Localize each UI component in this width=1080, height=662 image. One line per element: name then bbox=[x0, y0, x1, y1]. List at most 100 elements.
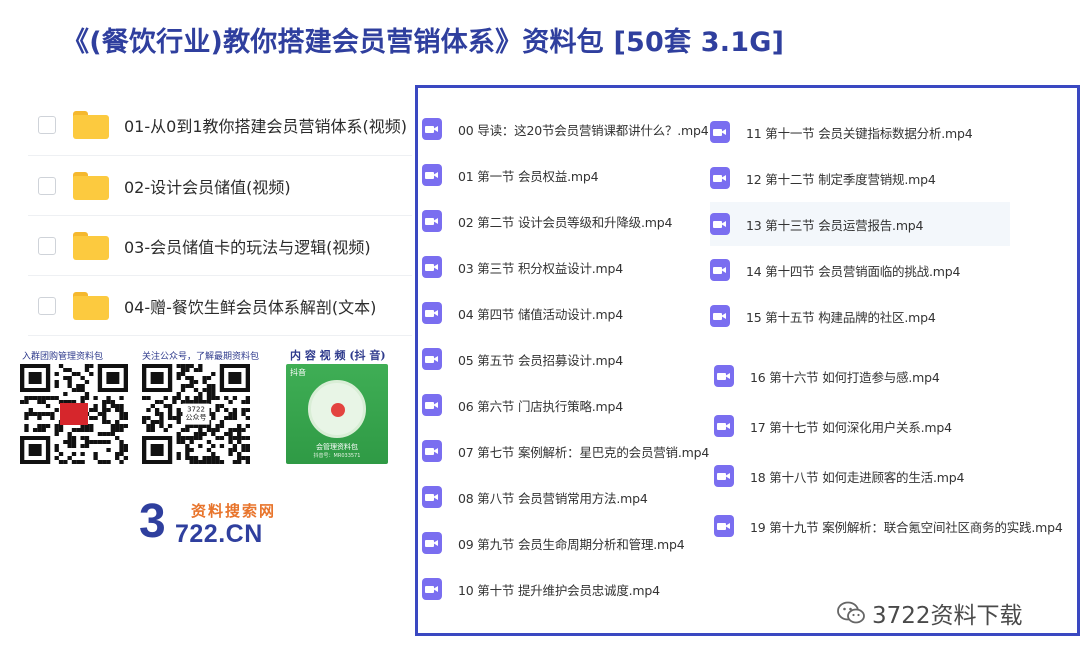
file-name[interactable]: 13 第十三节 会员运营报告.mp4 bbox=[746, 215, 923, 234]
video-file-icon bbox=[710, 167, 730, 189]
file-name[interactable]: 19 第十九节 案例解析：联合氪空间社区商务的实践.mp4 bbox=[750, 517, 1063, 536]
watermark: 3722资料下载 bbox=[836, 596, 1023, 630]
qr-center-label: 3722 公众号 bbox=[182, 403, 210, 425]
watermark-text: 3722资料下载 bbox=[872, 603, 1023, 629]
folder-checkbox[interactable] bbox=[38, 296, 56, 315]
logo-digit: 3 bbox=[139, 495, 166, 548]
video-file-icon bbox=[714, 415, 734, 437]
file-name[interactable]: 09 第九节 会员生命周期分析和管理.mp4 bbox=[458, 534, 685, 553]
douyin-app-label: 抖音 bbox=[290, 368, 306, 377]
folder-row[interactable]: 04-赠-餐饮生鲜会员体系解剖(文本) bbox=[28, 276, 412, 336]
video-file-icon bbox=[422, 164, 442, 186]
folder-checkbox[interactable] bbox=[38, 115, 56, 134]
site-logo: 资料搜索网 3 722.CN bbox=[139, 495, 289, 550]
douyin-account-name: 会管理资料包 bbox=[316, 443, 358, 451]
file-name[interactable]: 12 第十二节 制定季度营销规.mp4 bbox=[746, 169, 936, 188]
file-row[interactable]: 13 第十三节 会员运营报告.mp4 bbox=[710, 202, 1010, 246]
file-name[interactable]: 16 第十六节 如何打造参与感.mp4 bbox=[750, 367, 940, 386]
file-row[interactable]: 15 第十五节 构建品牌的社区.mp4 bbox=[710, 294, 1010, 338]
folder-icon bbox=[73, 171, 109, 200]
folder-row[interactable]: 01-从0到1教你搭建会员营销体系(视频) bbox=[28, 94, 412, 156]
file-name[interactable]: 03 第三节 积分权益设计.mp4 bbox=[458, 258, 623, 277]
video-file-icon bbox=[714, 365, 734, 387]
file-row[interactable]: 16 第十六节 如何打造参与感.mp4 bbox=[714, 354, 1014, 398]
page-title: 《(餐饮行业)教你搭建会员营销体系》资料包 [50套 3.1G] bbox=[62, 27, 785, 58]
folder-checkbox[interactable] bbox=[38, 176, 56, 195]
file-list-panel: 00 导读：这20节会员营销课都讲什么？.mp4 01 第一节 会员权益.mp4 0… bbox=[415, 85, 1080, 636]
douyin-qr-circle bbox=[308, 380, 366, 438]
folder-icon bbox=[73, 291, 109, 320]
file-name[interactable]: 14 第十四节 会员营销面临的挑战.mp4 bbox=[746, 261, 960, 280]
video-file-icon bbox=[422, 348, 442, 370]
video-caption: 内 容 视 频 (抖 音) bbox=[290, 349, 386, 362]
file-row[interactable]: 11 第十一节 会员关键指标数据分析.mp4 bbox=[710, 110, 1010, 154]
file-row[interactable]: 07 第七节 案例解析：星巴克的会员营销.mp4 bbox=[422, 429, 709, 473]
video-file-icon bbox=[422, 118, 442, 140]
folder-row[interactable]: 03-会员储值卡的玩法与逻辑(视频) bbox=[28, 216, 412, 276]
file-row[interactable]: 03 第三节 积分权益设计.mp4 bbox=[422, 245, 708, 289]
folder-checkbox[interactable] bbox=[38, 236, 56, 255]
qr-center-text: 公众号 bbox=[185, 414, 207, 422]
douyin-qr-card: 抖音 会管理资料包 抖音号：MR033571 bbox=[286, 364, 388, 464]
video-file-icon bbox=[710, 121, 730, 143]
file-row[interactable]: 08 第八节 会员营销常用方法.mp4 bbox=[422, 475, 708, 519]
file-name[interactable]: 10 第十节 提升维护会员忠诚度.mp4 bbox=[458, 580, 660, 599]
video-file-icon bbox=[422, 578, 442, 600]
video-file-icon bbox=[710, 259, 730, 281]
video-file-icon bbox=[422, 440, 442, 462]
file-name[interactable]: 01 第一节 会员权益.mp4 bbox=[458, 166, 599, 185]
file-name[interactable]: 11 第十一节 会员关键指标数据分析.mp4 bbox=[746, 123, 973, 142]
file-row[interactable]: 04 第四节 储值活动设计.mp4 bbox=[422, 291, 708, 335]
file-row[interactable]: 18 第十八节 如何走进顾客的生活.mp4 bbox=[714, 454, 1014, 498]
qr-code-left bbox=[20, 364, 128, 464]
folder-name[interactable]: 04-赠-餐饮生鲜会员体系解剖(文本) bbox=[124, 294, 376, 318]
file-name[interactable]: 18 第十八节 如何走进顾客的生活.mp4 bbox=[750, 467, 964, 486]
file-row[interactable]: 05 第五节 会员招募设计.mp4 bbox=[422, 337, 708, 381]
file-row[interactable]: 19 第十九节 案例解析：联合氪空间社区商务的实践.mp4 bbox=[714, 504, 1063, 548]
folder-name[interactable]: 03-会员储值卡的玩法与逻辑(视频) bbox=[124, 234, 371, 258]
qr-section: 入群团购管理资料包 关注公众号，了解最期资料包 3722 公众号 内 容 视 频… bbox=[18, 346, 398, 468]
file-name[interactable]: 06 第六节 门店执行策略.mp4 bbox=[458, 396, 623, 415]
folder-name[interactable]: 02-设计会员储值(视频) bbox=[124, 174, 291, 198]
file-name[interactable]: 08 第八节 会员营销常用方法.mp4 bbox=[458, 488, 648, 507]
logo-tagline: 资料搜索网 bbox=[191, 502, 277, 520]
video-file-icon bbox=[422, 394, 442, 416]
video-file-icon bbox=[422, 486, 442, 508]
video-file-icon bbox=[710, 305, 730, 327]
file-name[interactable]: 07 第七节 案例解析：星巴克的会员营销.mp4 bbox=[458, 442, 709, 461]
qr-center-number: 3722 bbox=[187, 405, 205, 414]
file-name[interactable]: 17 第十七节 如何深化用户关系.mp4 bbox=[750, 417, 952, 436]
video-file-icon bbox=[714, 515, 734, 537]
folder-icon bbox=[73, 231, 109, 260]
qr-caption-left: 入群团购管理资料包 bbox=[22, 352, 104, 362]
file-row[interactable]: 10 第十节 提升维护会员忠诚度.mp4 bbox=[422, 567, 708, 611]
folder-list: 01-从0到1教你搭建会员营销体系(视频) 02-设计会员储值(视频) 03-会… bbox=[28, 94, 412, 336]
qr-code-middle: 3722 公众号 bbox=[142, 364, 250, 464]
file-row[interactable]: 02 第二节 设计会员等级和升降级.mp4 bbox=[422, 199, 708, 243]
file-row[interactable]: 00 导读：这20节会员营销课都讲什么？.mp4 bbox=[422, 107, 709, 151]
file-row[interactable]: 17 第十七节 如何深化用户关系.mp4 bbox=[714, 404, 1014, 448]
qr-center-badge bbox=[60, 403, 88, 425]
video-file-icon bbox=[422, 532, 442, 554]
file-row[interactable]: 12 第十二节 制定季度营销规.mp4 bbox=[710, 156, 1010, 200]
qr-caption-middle: 关注公众号，了解最期资料包 bbox=[142, 352, 260, 362]
video-file-icon bbox=[422, 302, 442, 324]
file-name[interactable]: 00 导读：这20节会员营销课都讲什么？.mp4 bbox=[458, 120, 709, 139]
video-file-icon bbox=[714, 465, 734, 487]
douyin-account-id: 抖音号：MR033571 bbox=[313, 453, 361, 459]
video-file-icon bbox=[422, 210, 442, 232]
video-file-icon bbox=[422, 256, 442, 278]
file-name[interactable]: 02 第二节 设计会员等级和升降级.mp4 bbox=[458, 212, 672, 231]
file-name[interactable]: 15 第十五节 构建品牌的社区.mp4 bbox=[746, 307, 936, 326]
video-file-icon bbox=[710, 213, 730, 235]
folder-name[interactable]: 01-从0到1教你搭建会员营销体系(视频) bbox=[124, 113, 407, 137]
file-row[interactable]: 09 第九节 会员生命周期分析和管理.mp4 bbox=[422, 521, 708, 565]
file-name[interactable]: 05 第五节 会员招募设计.mp4 bbox=[458, 350, 623, 369]
folder-row[interactable]: 02-设计会员储值(视频) bbox=[28, 156, 412, 216]
logo-domain: 722.CN bbox=[175, 520, 263, 548]
file-row[interactable]: 06 第六节 门店执行策略.mp4 bbox=[422, 383, 708, 427]
file-row[interactable]: 14 第十四节 会员营销面临的挑战.mp4 bbox=[710, 248, 1010, 292]
file-row[interactable]: 01 第一节 会员权益.mp4 bbox=[422, 153, 708, 197]
folder-icon bbox=[73, 110, 109, 139]
file-name[interactable]: 04 第四节 储值活动设计.mp4 bbox=[458, 304, 623, 323]
